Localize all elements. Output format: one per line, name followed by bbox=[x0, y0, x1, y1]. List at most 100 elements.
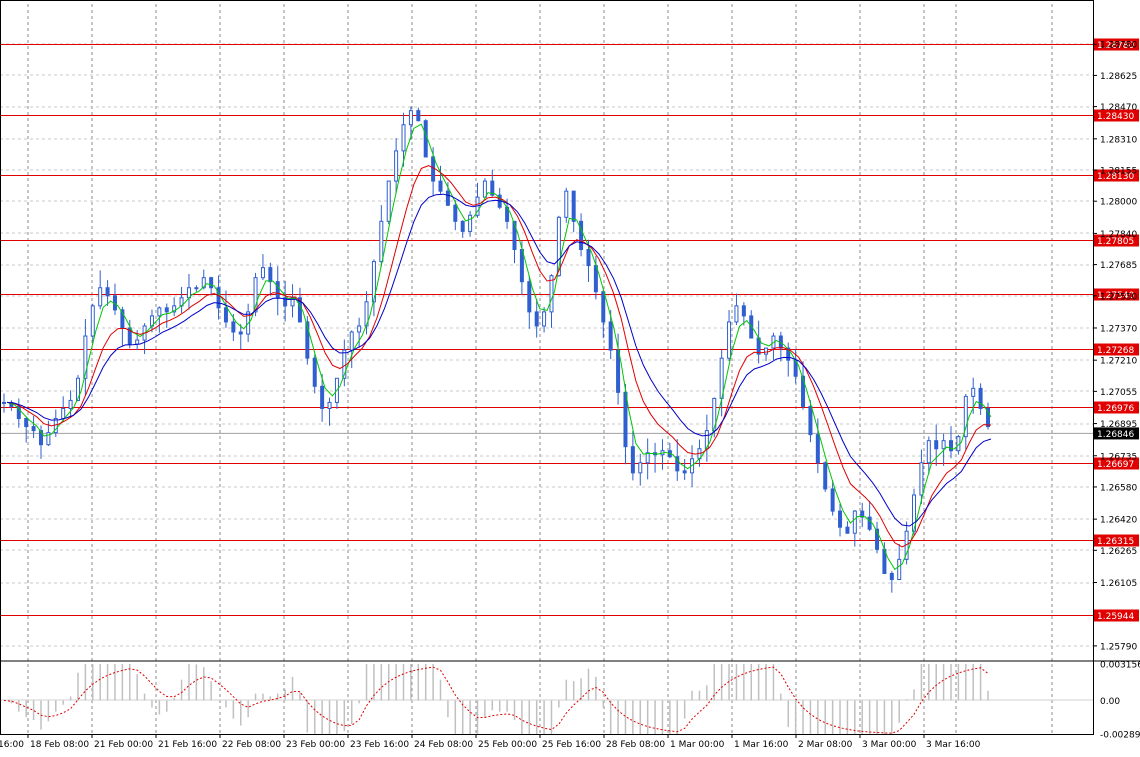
candle-body bbox=[231, 321, 236, 333]
candle-body bbox=[223, 307, 228, 323]
candle-body bbox=[741, 305, 746, 317]
candle-body bbox=[978, 387, 983, 409]
y-tick-label-4: 1.28155 bbox=[1100, 167, 1137, 177]
x-tick-label-7: 24 Feb 08:00 bbox=[414, 740, 473, 750]
candle-body bbox=[2, 401, 6, 404]
candle-body bbox=[764, 347, 769, 355]
candle-body bbox=[926, 440, 931, 464]
candle-body bbox=[616, 349, 621, 393]
y-tick-label-6: 1.27840 bbox=[1100, 230, 1137, 240]
candle-body bbox=[194, 287, 199, 290]
x-tick-label-14: 3 Mar 00:00 bbox=[862, 740, 917, 750]
level-tag-8: 1.26315 bbox=[1094, 534, 1139, 547]
y-tick-label-8: 1.27530 bbox=[1100, 292, 1137, 302]
candle-body bbox=[24, 418, 29, 428]
candle-body bbox=[734, 305, 739, 323]
candle-body bbox=[209, 277, 214, 289]
y-tick-label-13: 1.26735 bbox=[1100, 452, 1137, 462]
y-tick-label-18: 1.25790 bbox=[1100, 642, 1137, 652]
x-tick-label-9: 25 Feb 16:00 bbox=[542, 740, 601, 750]
candle-body bbox=[949, 440, 954, 452]
candle-body bbox=[260, 267, 265, 279]
candle-body bbox=[808, 405, 813, 436]
osc-tick-label-1: 0.00 bbox=[1100, 697, 1120, 707]
y-tick-label-7: 1.27685 bbox=[1100, 261, 1137, 271]
x-tick-label-5: 23 Feb 00:00 bbox=[286, 740, 345, 750]
candle-body bbox=[401, 124, 406, 152]
candle-body bbox=[386, 180, 391, 222]
x-tick-label-1: 18 Feb 08:00 bbox=[30, 740, 89, 750]
candle-body bbox=[416, 110, 421, 122]
x-tick-label-4: 22 Feb 08:00 bbox=[222, 740, 281, 750]
level-tag-label: 1.27268 bbox=[1097, 346, 1134, 356]
candle-body bbox=[889, 572, 894, 581]
candle-body bbox=[105, 287, 110, 297]
chart-background bbox=[0, 0, 1140, 757]
osc-tick-label-0: 0.003156 bbox=[1100, 661, 1140, 671]
candle-body bbox=[571, 190, 576, 222]
candle-body bbox=[682, 470, 687, 474]
candle-body bbox=[830, 488, 835, 512]
osc-tick-label-2: -0.002891 bbox=[1100, 731, 1140, 741]
candle-body bbox=[268, 267, 273, 283]
candle-body bbox=[320, 385, 325, 409]
candle-body bbox=[68, 399, 73, 409]
y-tick-label-1: 1.28625 bbox=[1100, 72, 1137, 82]
level-tag-label: 1.26315 bbox=[1097, 537, 1134, 547]
candle-body bbox=[623, 391, 628, 448]
candle-body bbox=[445, 190, 450, 206]
candle-body bbox=[482, 180, 487, 198]
candle-body bbox=[586, 248, 591, 267]
candle-body bbox=[608, 321, 613, 351]
y-tick-label-16: 1.26265 bbox=[1100, 547, 1137, 557]
y-tick-label-0: 1.28780 bbox=[1100, 41, 1137, 51]
current-price-label: 1.26846 bbox=[1097, 430, 1134, 440]
level-tag-label: 1.26976 bbox=[1097, 404, 1134, 414]
candle-body bbox=[919, 462, 924, 496]
candle-body bbox=[852, 510, 857, 534]
candle-body bbox=[453, 204, 458, 222]
candle-body bbox=[542, 311, 547, 327]
candle-body bbox=[815, 434, 820, 464]
candle-body bbox=[379, 220, 384, 263]
candle-body bbox=[638, 462, 643, 474]
candle-body bbox=[275, 281, 280, 299]
y-tick-label-11: 1.27055 bbox=[1100, 388, 1137, 398]
level-tag-label: 1.28430 bbox=[1097, 112, 1134, 122]
candle-body bbox=[727, 321, 732, 359]
x-tick-label-11: 1 Mar 00:00 bbox=[670, 740, 725, 750]
candle-65 bbox=[482, 178, 487, 198]
candle-body bbox=[897, 558, 902, 581]
candle-body bbox=[61, 407, 66, 420]
x-tick-label-0: 16:00 bbox=[0, 740, 24, 750]
x-tick-label-8: 25 Feb 00:00 bbox=[478, 740, 537, 750]
y-tick-label-2: 1.28470 bbox=[1100, 103, 1137, 113]
candle-body bbox=[934, 440, 939, 450]
y-tick-label-10: 1.27210 bbox=[1100, 357, 1137, 367]
candle-body bbox=[408, 110, 413, 126]
candle-52 bbox=[386, 180, 391, 225]
candle-body bbox=[534, 311, 539, 327]
x-tick-label-3: 21 Feb 16:00 bbox=[158, 740, 217, 750]
current-price-tag: 1.26846 bbox=[1094, 427, 1139, 440]
candle-body bbox=[357, 325, 362, 333]
candle-body bbox=[327, 401, 332, 409]
candle-body bbox=[460, 220, 465, 232]
candle-body bbox=[157, 307, 162, 317]
level-tag-9: 1.25944 bbox=[1094, 609, 1139, 622]
y-tick-label-9: 1.27370 bbox=[1100, 324, 1137, 334]
y-tick-label-15: 1.26420 bbox=[1100, 516, 1137, 526]
x-tick-label-6: 23 Feb 16:00 bbox=[350, 740, 409, 750]
y-tick-label-5: 1.28000 bbox=[1100, 198, 1137, 208]
candle-body bbox=[838, 510, 843, 528]
candle-body bbox=[845, 526, 850, 534]
x-tick-label-2: 21 Feb 00:00 bbox=[94, 740, 153, 750]
candle-body bbox=[431, 156, 436, 182]
price-chart[interactable]: 0.0031560.00-0.002891 1.287801.284301.28… bbox=[0, 0, 1140, 757]
candle-body bbox=[238, 331, 243, 335]
candle-body bbox=[630, 446, 635, 474]
candle-body bbox=[527, 281, 532, 313]
candle-body bbox=[468, 214, 473, 232]
candle-body bbox=[90, 305, 95, 337]
level-tag-5: 1.27268 bbox=[1094, 343, 1139, 356]
